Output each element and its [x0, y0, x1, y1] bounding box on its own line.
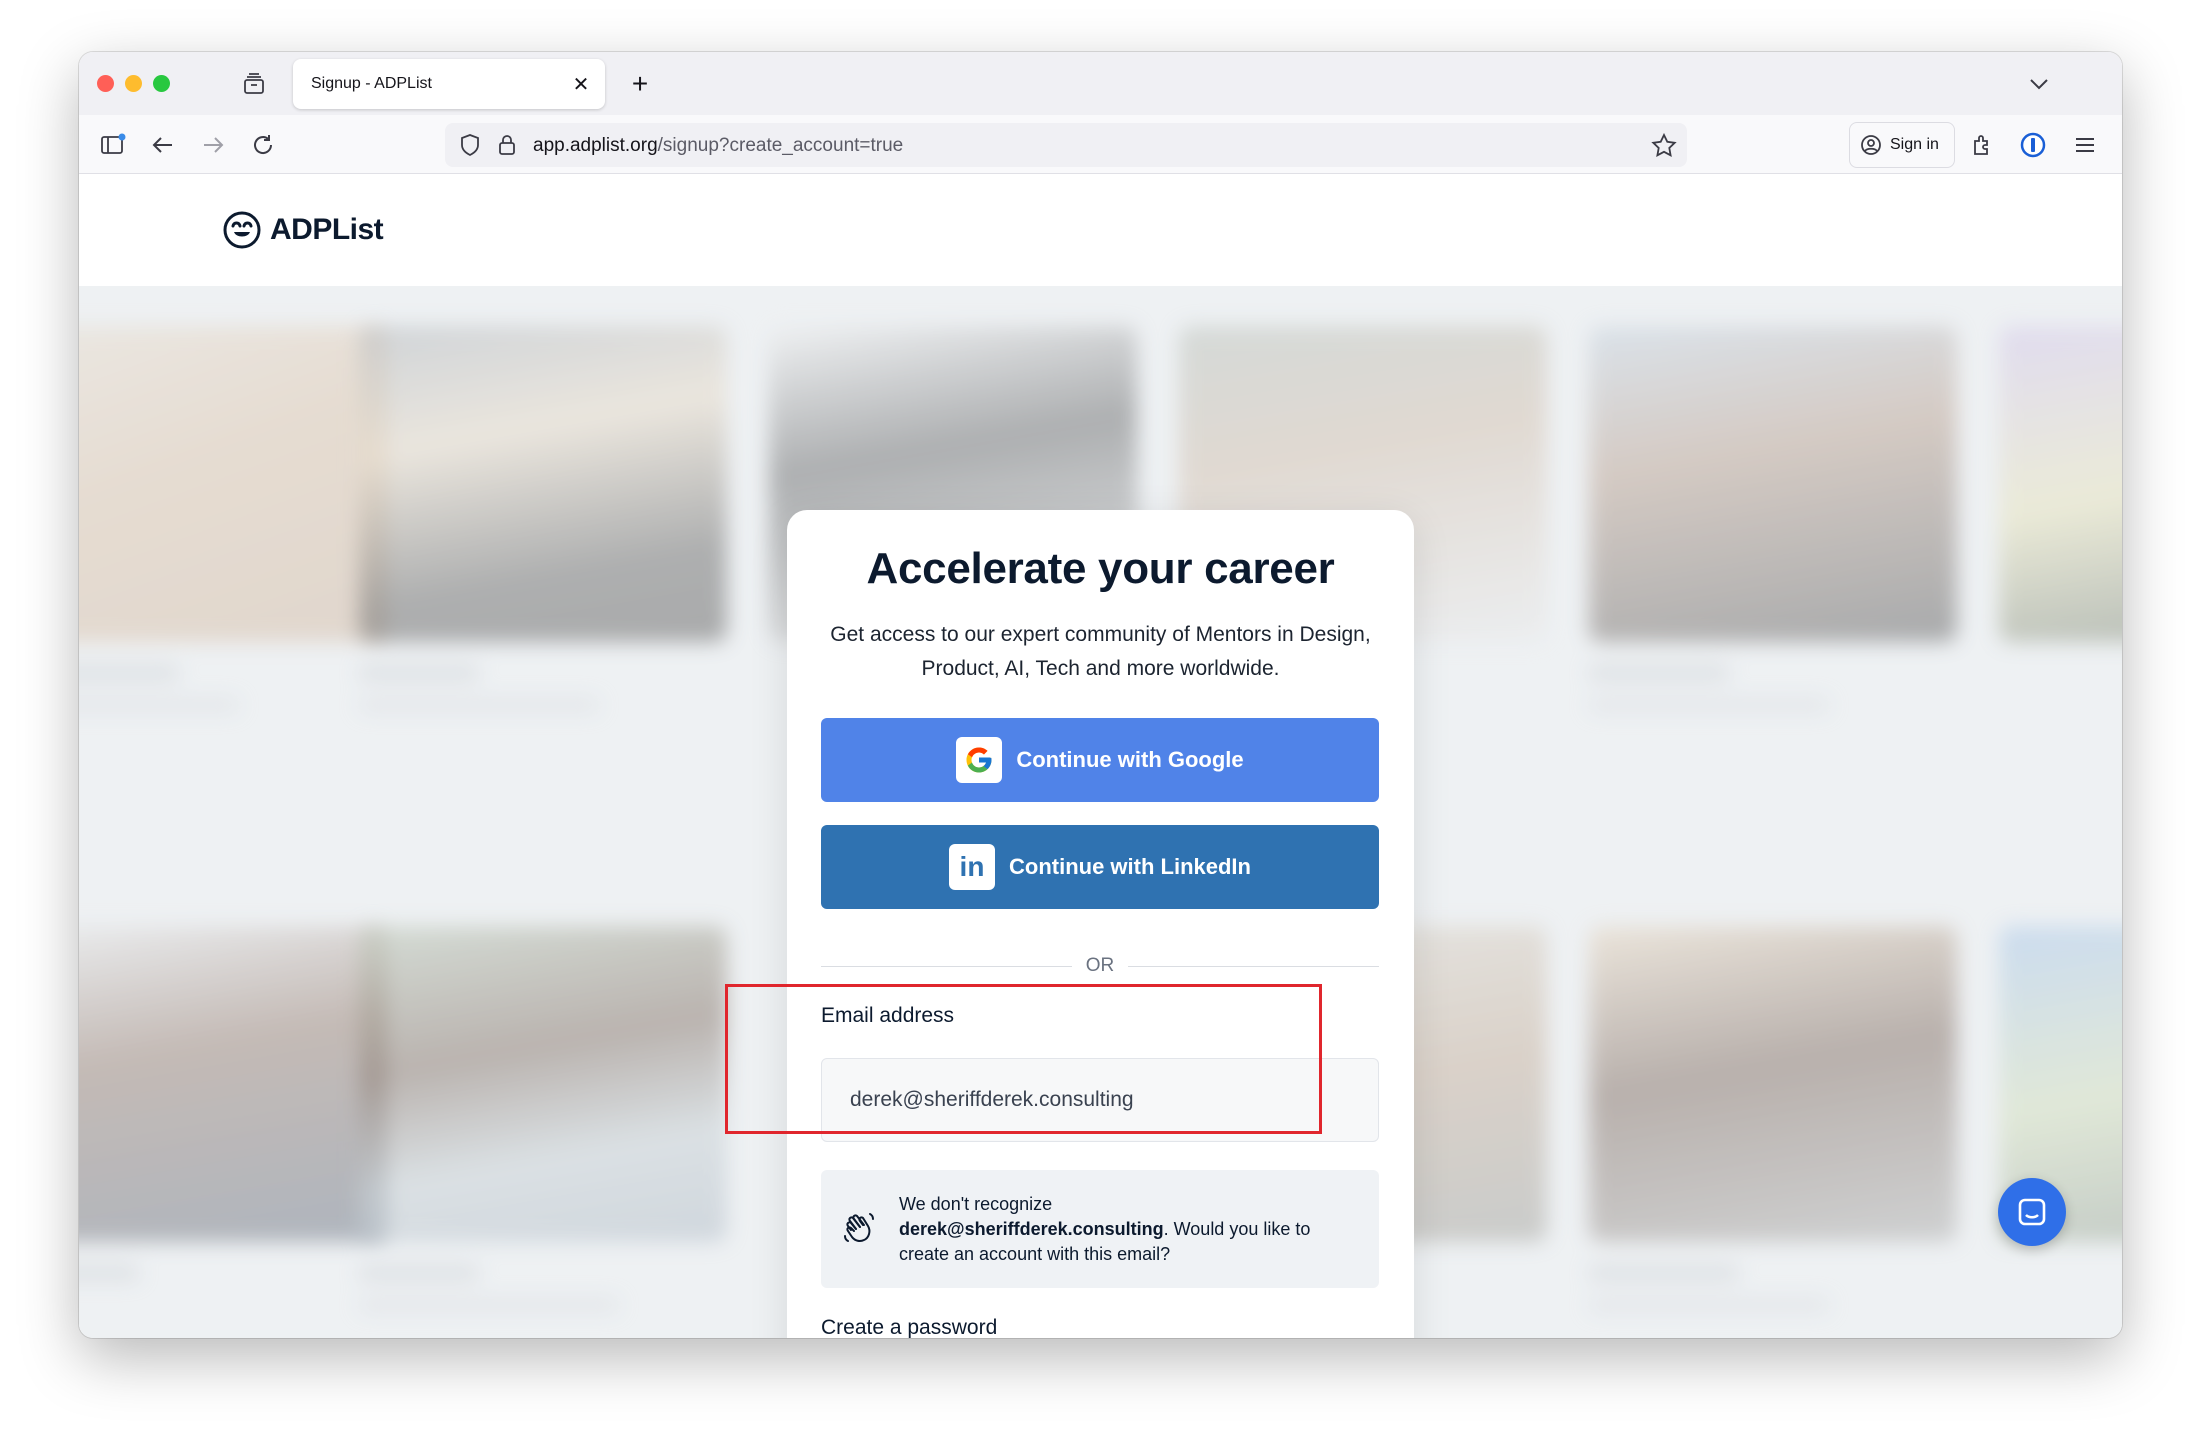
navigation-bar: app.adplist.org/signup?create_account=tr… [79, 115, 2122, 174]
shield-icon[interactable] [459, 133, 481, 162]
email-field[interactable] [821, 1058, 1379, 1142]
extensions-icon[interactable] [1963, 127, 1999, 163]
account-icon [1861, 135, 1881, 155]
sign-in-label: Sign in [1890, 136, 1939, 153]
minimize-window-button[interactable] [125, 75, 142, 92]
active-tab[interactable]: Signup - ADPList ✕ [293, 59, 605, 109]
browser-window: Signup - ADPList ✕ + app.adplist.org/sig… [79, 52, 2122, 1338]
maximize-window-button[interactable] [153, 75, 170, 92]
tab-close-icon[interactable]: ✕ [569, 72, 593, 96]
divider-text: OR [1085, 955, 1115, 976]
linkedin-button-label: Continue with LinkedIn [1009, 854, 1251, 879]
continue-with-google-button[interactable]: Continue with Google [821, 718, 1379, 802]
chevron-down-icon[interactable] [2024, 69, 2054, 99]
chat-icon [2018, 1198, 2046, 1226]
close-window-button[interactable] [97, 75, 114, 92]
waving-hand-icon [841, 1210, 879, 1248]
browser-sign-in-button[interactable]: Sign in [1849, 122, 1955, 168]
lock-icon[interactable] [497, 133, 517, 162]
new-tab-button[interactable]: + [625, 68, 655, 99]
tab-strip: Signup - ADPList ✕ + [79, 52, 2122, 115]
notice-text: We don't recognize derek@sheriffderek.con… [899, 1192, 1359, 1267]
tab-title: Signup - ADPList [311, 75, 432, 92]
tab-overview-icon[interactable] [240, 70, 268, 98]
google-button-label: Continue with Google [1016, 747, 1244, 772]
or-divider: OR [821, 954, 1379, 978]
url-text[interactable]: app.adplist.org/signup?create_account=tr… [533, 135, 903, 157]
password-manager-icon[interactable] [2015, 127, 2051, 163]
notice-email: derek@sheriffderek.consulting [899, 1219, 1164, 1239]
reload-icon[interactable] [245, 127, 281, 163]
forward-arrow-icon[interactable] [195, 127, 231, 163]
url-bar[interactable]: app.adplist.org/signup?create_account=tr… [445, 123, 1687, 167]
page-content: ADPList Accelerate your career Get acces… [79, 174, 2122, 1338]
continue-with-linkedin-button[interactable]: in Continue with LinkedIn [821, 825, 1379, 909]
sidebar-icon[interactable] [95, 127, 131, 163]
unrecognized-email-notice: We don't recognize derek@sheriffderek.con… [821, 1170, 1379, 1288]
modal-title: Accelerate your career [866, 544, 1335, 593]
bookmark-star-icon[interactable] [1651, 132, 1677, 162]
menu-icon[interactable] [2067, 127, 2103, 163]
password-label: Create a password [821, 1316, 998, 1338]
back-arrow-icon[interactable] [145, 127, 181, 163]
logo-face-icon [223, 211, 261, 249]
linkedin-icon-text: in [959, 851, 985, 882]
signup-modal: Accelerate your career Get access to our… [787, 510, 1414, 1338]
google-icon [956, 737, 1003, 783]
chat-support-button[interactable] [1998, 1178, 2066, 1246]
modal-subtitle: Get access to our expert community of Me… [830, 623, 1371, 680]
site-header: ADPList [79, 174, 2122, 286]
linkedin-icon: in [949, 844, 995, 890]
adplist-logo[interactable]: ADPList [222, 210, 384, 250]
url-host: app.adplist.org [533, 135, 658, 156]
url-path: /signup?create_account=true [657, 135, 904, 156]
email-label: Email address [821, 1004, 955, 1027]
logo-text: ADPList [270, 213, 384, 246]
notice-prefix: We don't recognize [899, 1194, 1053, 1214]
